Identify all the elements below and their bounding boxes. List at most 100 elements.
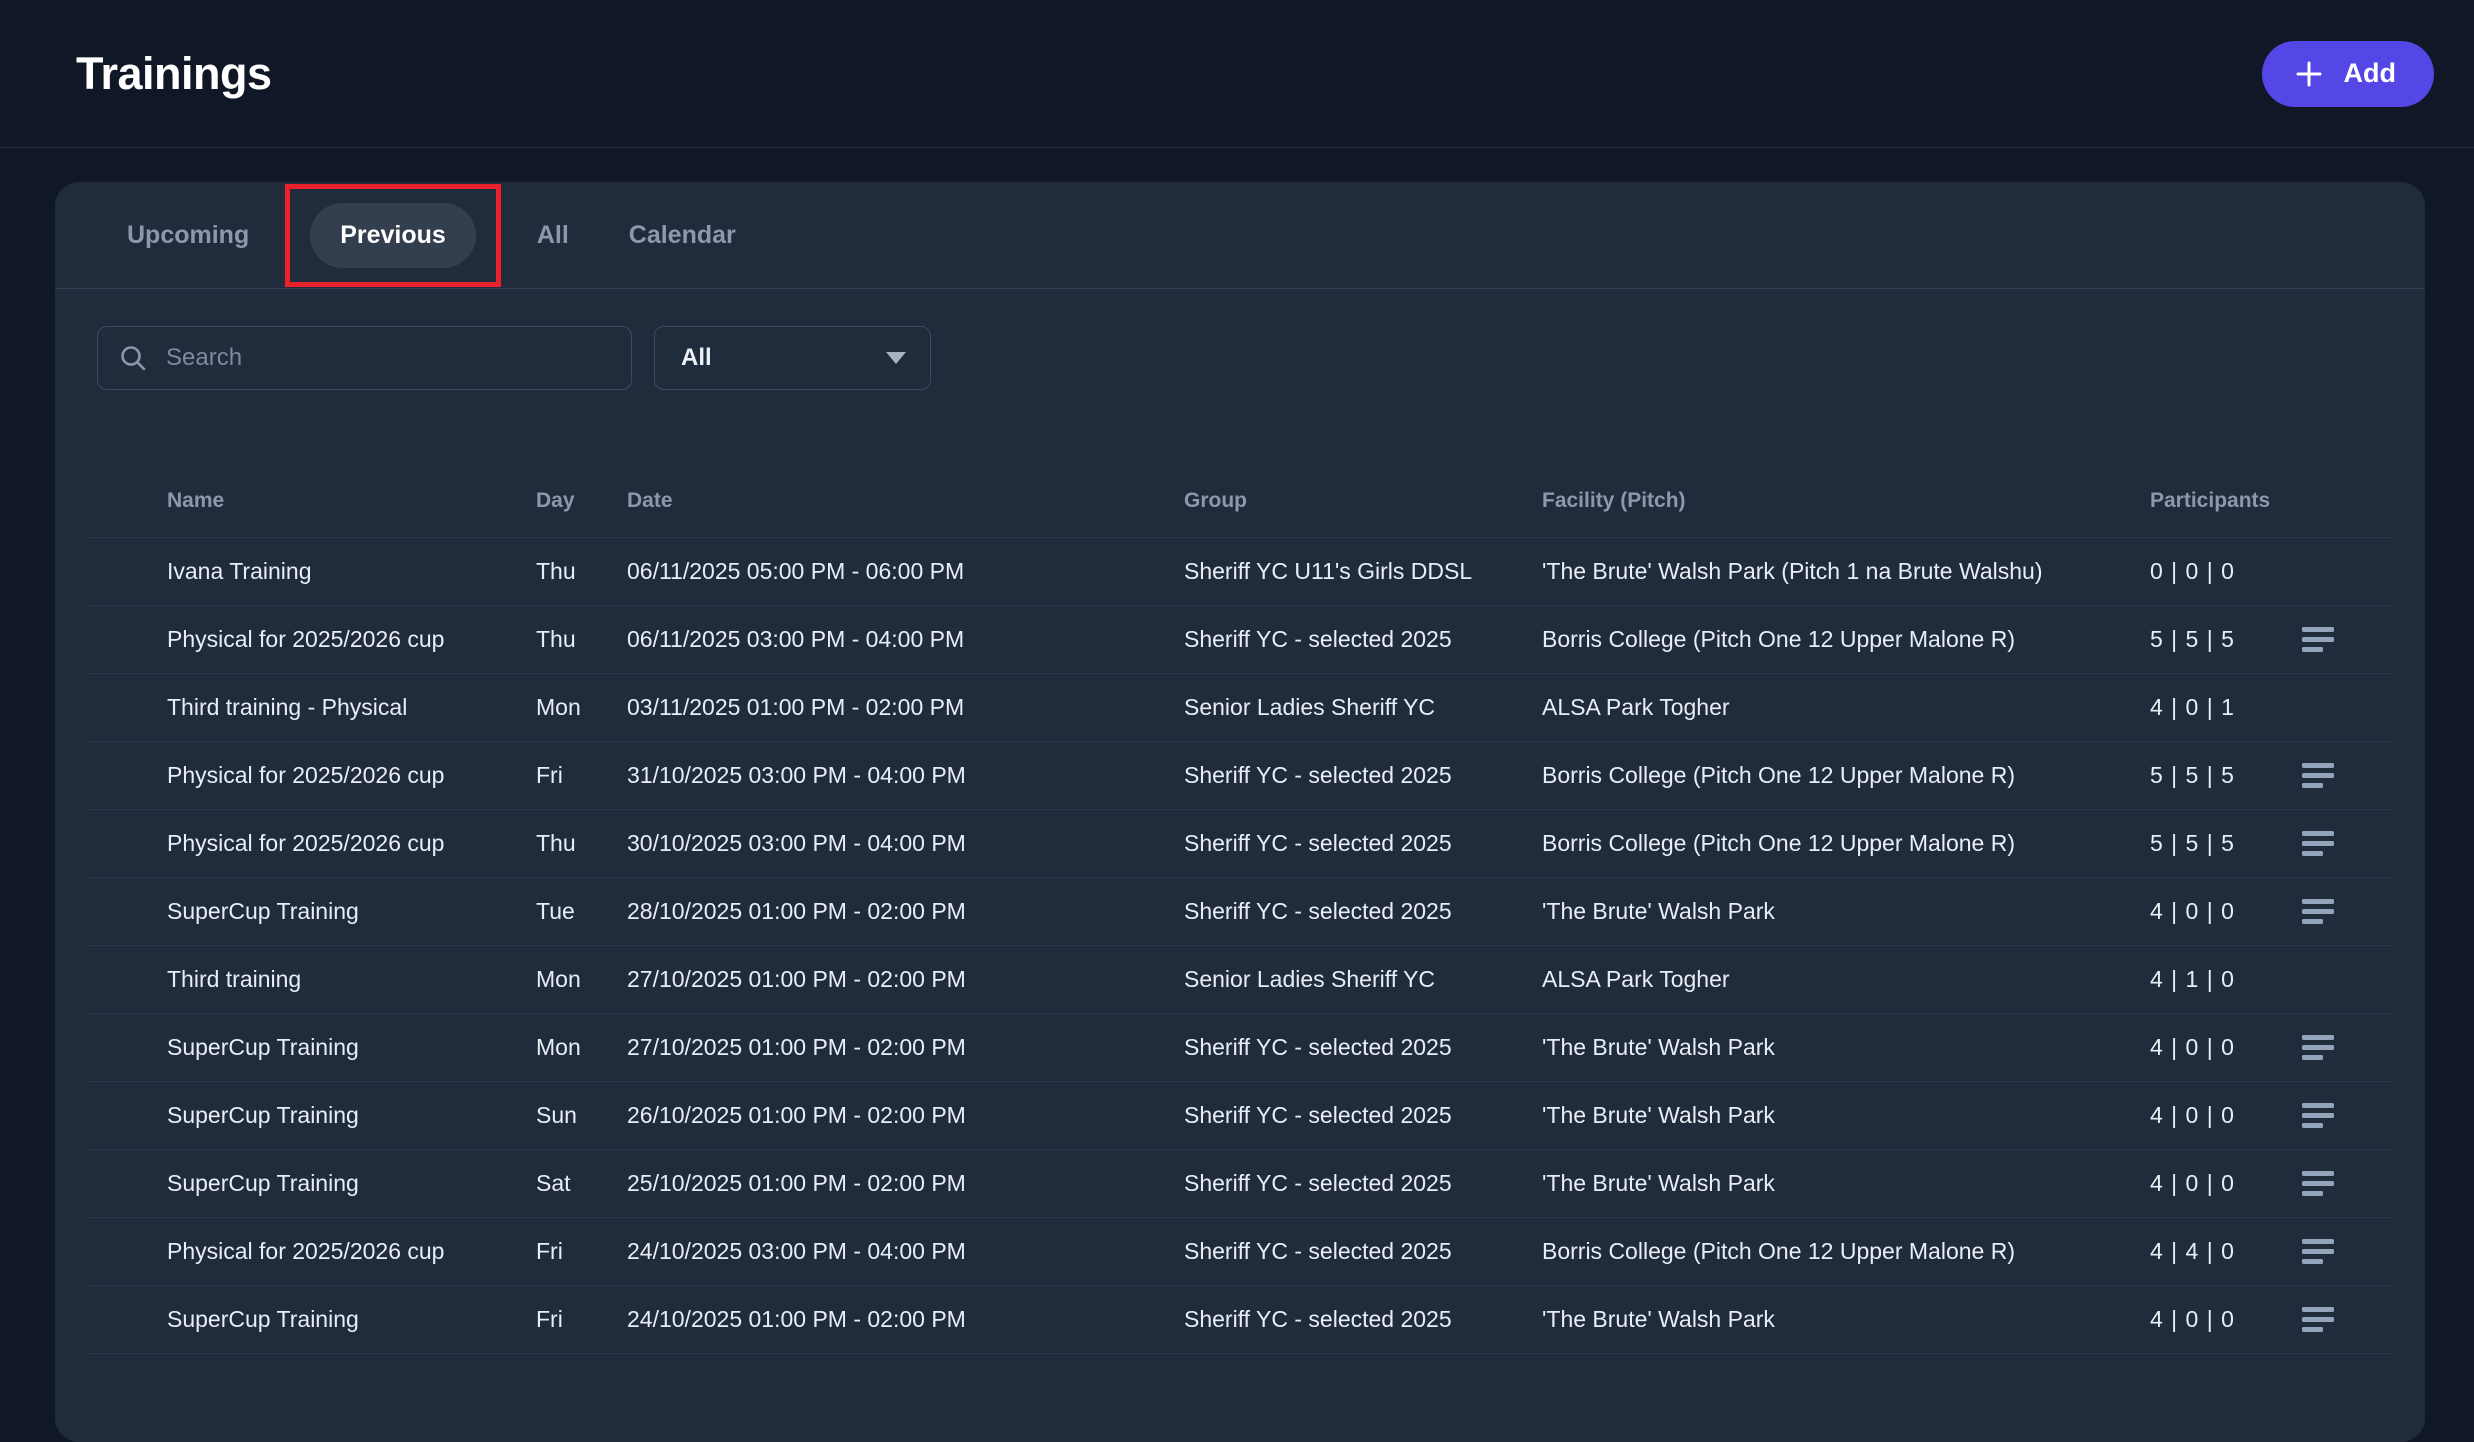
table-row[interactable]: Ivana Training Thu 06/11/2025 05:00 PM -…: [85, 538, 2395, 606]
cell-participants: 4 | 0 | 0: [2150, 1034, 2290, 1061]
cell-participants: 4 | 4 | 0: [2150, 1238, 2290, 1265]
row-menu-icon[interactable]: [2302, 1102, 2338, 1130]
row-menu-icon[interactable]: [2302, 1170, 2338, 1198]
cell-actions: [2290, 762, 2350, 790]
cell-group: Sheriff YC - selected 2025: [1184, 1034, 1542, 1061]
annotation-highlight-box: Previous: [285, 184, 501, 287]
cell-date: 24/10/2025 01:00 PM - 02:00 PM: [627, 1306, 1184, 1333]
cell-participants: 4 | 0 | 0: [2150, 1102, 2290, 1129]
cell-date: 06/11/2025 05:00 PM - 06:00 PM: [627, 558, 1184, 585]
chevron-down-icon: [886, 352, 906, 364]
cell-group: Sheriff YC - selected 2025: [1184, 762, 1542, 789]
table-row[interactable]: Physical for 2025/2026 cup Thu 06/11/202…: [85, 606, 2395, 674]
cell-day: Mon: [536, 1034, 627, 1061]
row-menu-icon[interactable]: [2302, 626, 2338, 654]
table-row[interactable]: Physical for 2025/2026 cup Thu 30/10/202…: [85, 810, 2395, 878]
tab-calendar[interactable]: Calendar: [599, 203, 766, 268]
cell-day: Fri: [536, 762, 627, 789]
search-icon: [118, 343, 148, 373]
cell-name: Physical for 2025/2026 cup: [167, 1238, 536, 1265]
add-button[interactable]: Add: [2262, 41, 2434, 107]
table-row[interactable]: Physical for 2025/2026 cup Fri 24/10/202…: [85, 1218, 2395, 1286]
cell-date: 27/10/2025 01:00 PM - 02:00 PM: [627, 966, 1184, 993]
cell-name: SuperCup Training: [167, 1170, 536, 1197]
cell-name: Third training - Physical: [167, 694, 536, 721]
cell-group: Sheriff YC - selected 2025: [1184, 626, 1542, 653]
cell-day: Fri: [536, 1238, 627, 1265]
row-menu-icon[interactable]: [2302, 1034, 2338, 1062]
row-menu-icon[interactable]: [2302, 830, 2338, 858]
row-menu-icon[interactable]: [2302, 898, 2338, 926]
cell-name: Ivana Training: [167, 558, 536, 585]
table-header-row: Name Day Date Group Facility (Pitch) Par…: [85, 464, 2395, 538]
cell-name: Physical for 2025/2026 cup: [167, 830, 536, 857]
table-row[interactable]: SuperCup Training Sun 26/10/2025 01:00 P…: [85, 1082, 2395, 1150]
cell-date: 30/10/2025 03:00 PM - 04:00 PM: [627, 830, 1184, 857]
cell-group: Senior Ladies Sheriff YC: [1184, 966, 1542, 993]
add-button-label: Add: [2344, 58, 2396, 89]
filters-row: All: [97, 326, 2425, 390]
cell-participants: 4 | 0 | 0: [2150, 1170, 2290, 1197]
cell-actions: [2290, 1170, 2350, 1198]
table-row[interactable]: Physical for 2025/2026 cup Fri 31/10/202…: [85, 742, 2395, 810]
cell-actions: [2290, 966, 2350, 994]
column-header-participants: Participants: [2150, 489, 2290, 513]
cell-actions: [2290, 830, 2350, 858]
cell-facility: 'The Brute' Walsh Park: [1542, 1034, 2150, 1061]
cell-day: Thu: [536, 626, 627, 653]
cell-name: SuperCup Training: [167, 898, 536, 925]
cell-date: 03/11/2025 01:00 PM - 02:00 PM: [627, 694, 1184, 721]
tab-upcoming[interactable]: Upcoming: [97, 203, 279, 268]
row-menu-icon[interactable]: [2302, 1306, 2338, 1334]
cell-facility: ALSA Park Togher: [1542, 966, 2150, 993]
table-row[interactable]: SuperCup Training Mon 27/10/2025 01:00 P…: [85, 1014, 2395, 1082]
cell-facility: Borris College (Pitch One 12 Upper Malon…: [1542, 1238, 2150, 1265]
cell-group: Sheriff YC - selected 2025: [1184, 1306, 1542, 1333]
cell-name: Physical for 2025/2026 cup: [167, 762, 536, 789]
group-filter-dropdown[interactable]: All: [654, 326, 931, 390]
cell-day: Mon: [536, 694, 627, 721]
cell-facility: Borris College (Pitch One 12 Upper Malon…: [1542, 830, 2150, 857]
cell-group: Sheriff YC U11's Girls DDSL: [1184, 558, 1542, 585]
cell-facility: 'The Brute' Walsh Park: [1542, 898, 2150, 925]
cell-day: Mon: [536, 966, 627, 993]
cell-day: Sat: [536, 1170, 627, 1197]
cell-date: 27/10/2025 01:00 PM - 02:00 PM: [627, 1034, 1184, 1061]
cell-date: 28/10/2025 01:00 PM - 02:00 PM: [627, 898, 1184, 925]
cell-actions: [2290, 1102, 2350, 1130]
cell-date: 06/11/2025 03:00 PM - 04:00 PM: [627, 626, 1184, 653]
cell-actions: [2290, 626, 2350, 654]
table-row[interactable]: SuperCup Training Sat 25/10/2025 01:00 P…: [85, 1150, 2395, 1218]
cell-actions: [2290, 1034, 2350, 1062]
cell-participants: 4 | 0 | 0: [2150, 898, 2290, 925]
row-menu-icon[interactable]: [2302, 1238, 2338, 1266]
cell-facility: Borris College (Pitch One 12 Upper Malon…: [1542, 762, 2150, 789]
search-input[interactable]: [166, 344, 611, 372]
cell-participants: 4 | 1 | 0: [2150, 966, 2290, 993]
cell-day: Sun: [536, 1102, 627, 1129]
top-header-bar: Trainings Add: [0, 0, 2474, 148]
cell-actions: [2290, 558, 2350, 586]
table-row[interactable]: Third training - Physical Mon 03/11/2025…: [85, 674, 2395, 742]
group-filter-selected-value: All: [681, 344, 712, 372]
cell-facility: ALSA Park Togher: [1542, 694, 2150, 721]
cell-name: SuperCup Training: [167, 1102, 536, 1129]
table-row[interactable]: SuperCup Training Fri 24/10/2025 01:00 P…: [85, 1286, 2395, 1354]
cell-participants: 5 | 5 | 5: [2150, 762, 2290, 789]
table-row[interactable]: SuperCup Training Tue 28/10/2025 01:00 P…: [85, 878, 2395, 946]
search-box: [97, 326, 632, 390]
tab-previous[interactable]: Previous: [310, 203, 476, 268]
cell-facility: 'The Brute' Walsh Park: [1542, 1170, 2150, 1197]
cell-actions: [2290, 1306, 2350, 1334]
row-menu-icon[interactable]: [2302, 762, 2338, 790]
cell-day: Thu: [536, 558, 627, 585]
cell-group: Sheriff YC - selected 2025: [1184, 898, 1542, 925]
page-title: Trainings: [76, 48, 272, 100]
cell-facility: 'The Brute' Walsh Park: [1542, 1102, 2150, 1129]
cell-actions: [2290, 898, 2350, 926]
tab-all[interactable]: All: [507, 203, 599, 268]
table-row[interactable]: Third training Mon 27/10/2025 01:00 PM -…: [85, 946, 2395, 1014]
cell-name: SuperCup Training: [167, 1034, 536, 1061]
cell-facility: 'The Brute' Walsh Park: [1542, 1306, 2150, 1333]
tabs-bar: Upcoming Previous All Calendar: [55, 182, 2425, 289]
